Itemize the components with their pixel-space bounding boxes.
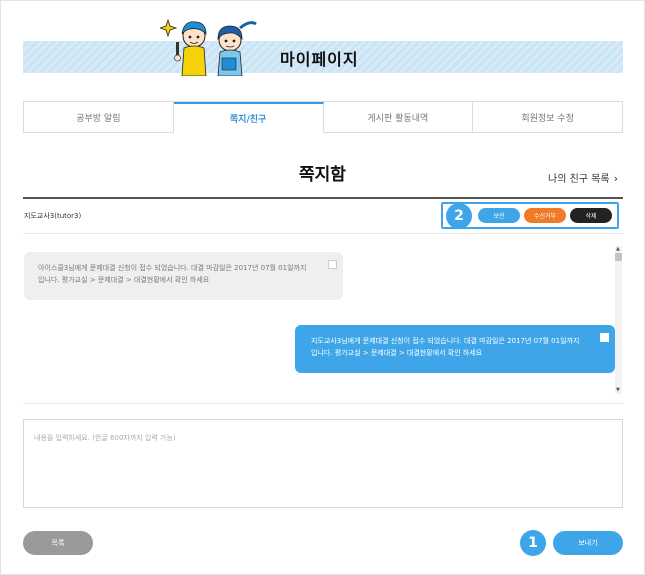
page-title: 마이페이지 xyxy=(280,50,359,69)
tab-study-room-notice[interactable]: 공부방 알림 xyxy=(24,102,174,132)
scroll-thumb[interactable] xyxy=(615,253,622,261)
chevron-right-icon: › xyxy=(613,172,618,185)
message-scrollbar[interactable]: ▲ ▼ xyxy=(615,246,622,394)
send-button[interactable]: 보내기 xyxy=(553,531,623,555)
message-input[interactable] xyxy=(23,419,623,508)
tab-edit-member-info[interactable]: 회원정보 수정 xyxy=(473,102,622,132)
message-received: 아이스클3님에게 문제대결 신청이 접수 되었습니다. 대결 마감일은 2017… xyxy=(24,252,343,300)
kids-illustration-icon xyxy=(160,18,257,76)
scroll-up-icon[interactable]: ▲ xyxy=(616,246,620,252)
tab-messages-friends[interactable]: 쪽지/친구 xyxy=(173,102,324,133)
message-text: 지도교사3님에게 문제대결 신청이 접수 되었습니다. 대결 마감일은 2017… xyxy=(311,337,580,357)
message-area-divider xyxy=(23,403,623,404)
message-list: 아이스클3님에게 문제대결 신청이 접수 되었습니다. 대결 마감일은 2017… xyxy=(23,234,623,402)
message-sent: 지도교사3님에게 문제대결 신청이 접수 되었습니다. 대결 마감일은 2017… xyxy=(295,325,615,373)
message-text: 아이스클3님에게 문제대결 신청이 접수 되었습니다. 대결 마감일은 2017… xyxy=(38,264,307,284)
message-select-checkbox[interactable] xyxy=(328,260,337,269)
my-friends-link-label: 나의 친구 목록 xyxy=(548,174,610,185)
block-button[interactable]: 수신거부 xyxy=(524,208,566,223)
message-select-checkbox[interactable] xyxy=(600,333,609,342)
delete-button[interactable]: 삭제 xyxy=(570,208,612,223)
my-friends-link[interactable]: 나의 친구 목록 › xyxy=(548,170,618,185)
step-badge-1: 1 xyxy=(520,530,546,556)
tab-bar: 공부방 알림 쪽지/친구 게시판 활동내역 회원정보 수정 xyxy=(23,101,623,133)
conversation-user: 지도교사3(tutor3) xyxy=(24,212,82,220)
save-button[interactable]: 보관 xyxy=(478,208,520,223)
tab-board-activity[interactable]: 게시판 활동내역 xyxy=(323,102,474,132)
scroll-down-icon[interactable]: ▼ xyxy=(616,387,620,393)
heading-divider xyxy=(23,197,623,199)
list-button[interactable]: 목록 xyxy=(23,531,93,555)
